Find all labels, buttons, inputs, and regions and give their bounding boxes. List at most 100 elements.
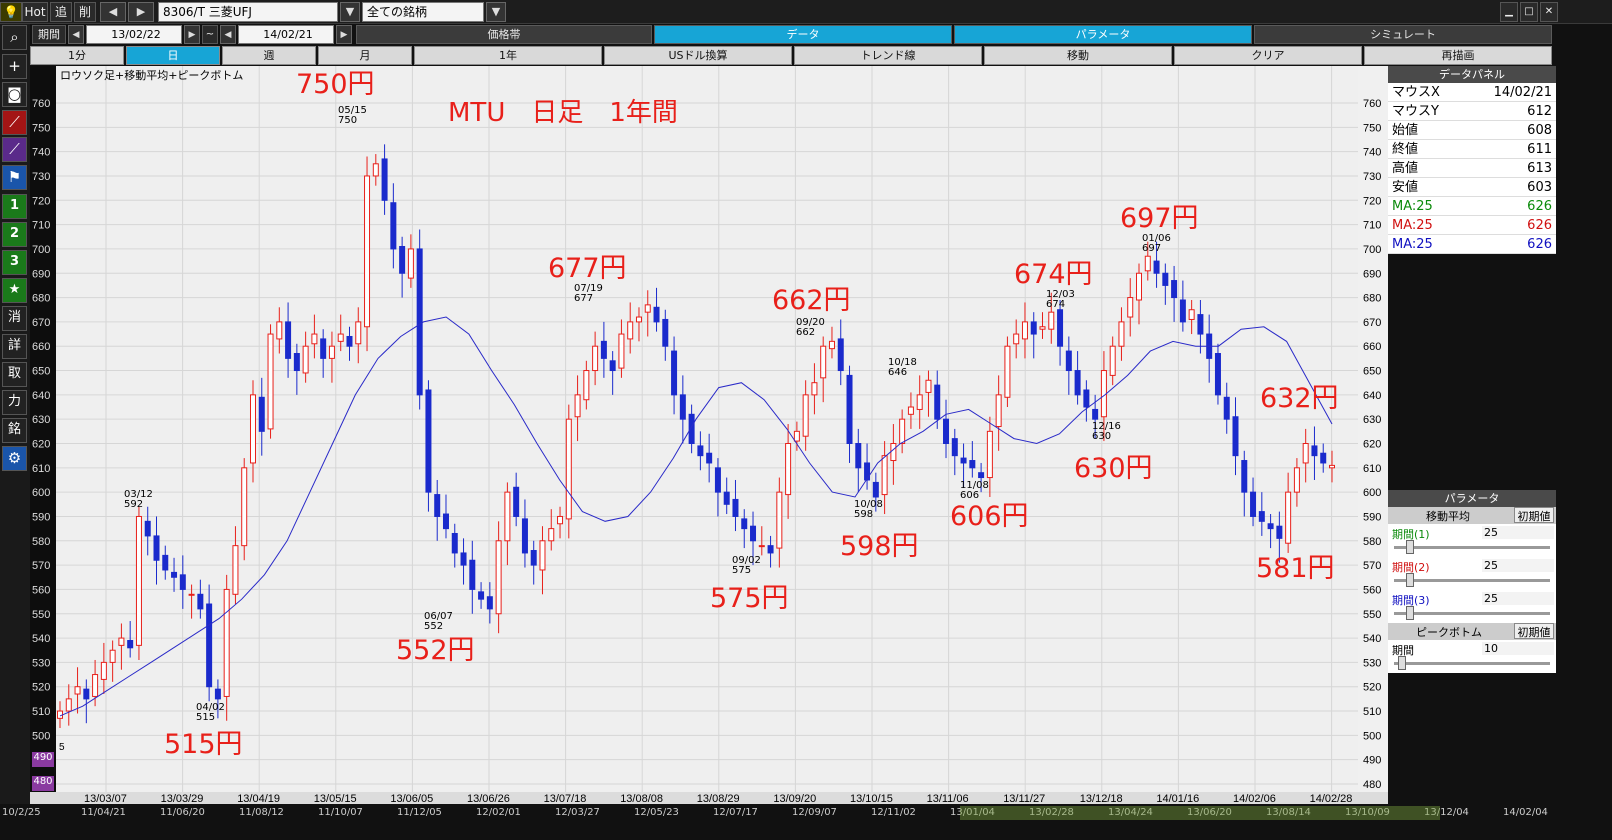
date-from-input[interactable]: 13/02/22: [86, 25, 182, 44]
navigator-selection[interactable]: [960, 806, 1440, 820]
param-pb-value[interactable]: 10: [1482, 642, 1554, 655]
symbol-dropdown-icon[interactable]: ▼: [340, 2, 360, 22]
close-icon[interactable]: ✕: [1540, 2, 1558, 22]
candle-body: [978, 472, 985, 479]
tab-1min[interactable]: 1分: [30, 46, 124, 65]
peakbottom-reset-button[interactable]: 初期値: [1514, 623, 1554, 639]
candle-body: [188, 593, 195, 596]
preset-1-button[interactable]: 1: [2, 194, 27, 219]
date-to-next-icon[interactable]: ▶: [336, 25, 352, 44]
bulb-icon[interactable]: 💡: [0, 2, 22, 22]
brand-button[interactable]: 銘: [2, 418, 27, 443]
detail-button[interactable]: 詳: [2, 334, 27, 359]
camera-icon[interactable]: ◙: [2, 82, 27, 107]
param-p3-slider-thumb[interactable]: [1406, 606, 1414, 620]
y-tick-label-left: 530: [32, 657, 50, 669]
trade-button[interactable]: 取: [2, 362, 27, 387]
tab-usd[interactable]: USドル換算: [604, 46, 792, 65]
gear-icon[interactable]: ⚙: [2, 446, 27, 471]
param-pb-slider-track[interactable]: [1394, 662, 1550, 665]
candle-body: [644, 304, 651, 313]
y-tick-label: 530: [1363, 657, 1381, 669]
bottom-navigator[interactable]: 10/2/25 11/04/21 11/06/20 11/08/12 11/10/07 1…: [0, 804, 1612, 840]
line-chart-red-icon[interactable]: ⟋: [2, 110, 27, 135]
candle-body: [346, 335, 353, 347]
y-tick-label-left: 760: [32, 98, 50, 110]
star-icon[interactable]: ★: [2, 278, 27, 303]
candle-body: [1197, 314, 1204, 335]
candle-body: [469, 559, 476, 590]
tab-redraw[interactable]: 再描画: [1364, 46, 1552, 65]
date-from-next-icon[interactable]: ▶: [184, 25, 200, 44]
prev-symbol-button[interactable]: ◀: [100, 2, 126, 22]
candle-body: [1136, 272, 1143, 301]
tab-day[interactable]: 日: [126, 46, 220, 65]
left-toolbar: ⌕ + ◙ ⟋ ⟋ ⚑ 1 2 3 ★ 消 詳 取 力 銘 ⚙: [0, 24, 30, 804]
param-pb: 期間 10: [1388, 640, 1556, 673]
candle-body: [653, 306, 660, 323]
delete-button[interactable]: 削: [74, 2, 96, 22]
param-p2-slider-track[interactable]: [1394, 579, 1550, 582]
follow-button[interactable]: 追: [50, 2, 72, 22]
tab-trendline[interactable]: トレンド線: [794, 46, 982, 65]
param-pb-slider-thumb[interactable]: [1398, 656, 1406, 670]
ma-reset-button[interactable]: 初期値: [1514, 507, 1554, 523]
navigator-date-label: 14/02/04: [1503, 807, 1548, 818]
y-tick-label-left: 570: [32, 560, 50, 572]
candle-body: [758, 545, 765, 548]
candle-body: [355, 321, 362, 345]
tab-1year[interactable]: 1年: [414, 46, 602, 65]
annotation-552: 552円: [396, 635, 475, 666]
candle-body: [565, 418, 572, 520]
filter-dropdown-icon[interactable]: ▼: [486, 2, 506, 22]
tab-price-band[interactable]: 価格帯: [356, 25, 652, 44]
tab-parameter[interactable]: パラメータ: [954, 25, 1252, 44]
candle-body: [828, 340, 835, 350]
param-p3-value[interactable]: 25: [1482, 592, 1554, 605]
right-panel: データパネル マウスX 14/02/21 マウスY 612 始値 608 終値 611 …: [1388, 66, 1612, 804]
peak-label: 09/20 662: [796, 317, 825, 338]
candle-body: [820, 345, 827, 379]
erase-button[interactable]: 消: [2, 306, 27, 331]
line-chart-purple-icon[interactable]: ⟋: [2, 137, 27, 162]
next-symbol-button[interactable]: ▶: [128, 2, 154, 22]
filter-select[interactable]: 全ての銘柄: [362, 2, 484, 22]
candle-body: [1223, 396, 1230, 420]
param-p2-slider-thumb[interactable]: [1406, 573, 1414, 587]
minimize-icon[interactable]: ▁: [1500, 2, 1518, 22]
search-icon[interactable]: ⌕: [2, 25, 27, 50]
power-button[interactable]: 力: [2, 390, 27, 415]
preset-2-button[interactable]: 2: [2, 222, 27, 247]
tab-clear[interactable]: クリア: [1174, 46, 1362, 65]
param-p3-slider-track[interactable]: [1394, 612, 1550, 615]
flag-icon[interactable]: ⚑: [2, 165, 27, 190]
tab-simulate[interactable]: シミュレート: [1254, 25, 1552, 44]
candle-body: [249, 394, 256, 464]
candle-body: [486, 596, 493, 610]
param-p1-slider-track[interactable]: [1394, 546, 1550, 549]
param-p1-value[interactable]: 25: [1482, 526, 1554, 539]
candle-body: [846, 374, 853, 444]
tab-move[interactable]: 移動: [984, 46, 1172, 65]
peak-label: 07/19 677: [574, 283, 603, 304]
candlestick-chart[interactable]: 760 760 750 750 740 740 730 730 720 720 710 710 700 7…: [30, 66, 1388, 804]
date-from-prev-icon[interactable]: ◀: [68, 25, 84, 44]
data-row-mousex: マウスX 14/02/21: [1388, 83, 1556, 102]
candle-body: [1320, 452, 1327, 464]
plus-button[interactable]: +: [2, 54, 27, 79]
candle-body: [907, 406, 914, 415]
symbol-input[interactable]: 8306/T 三菱UFJ: [158, 2, 338, 22]
preset-3-button[interactable]: 3: [2, 250, 27, 275]
x-tick-label: 13/05/15: [314, 793, 357, 804]
date-to-input[interactable]: 14/02/21: [238, 25, 334, 44]
param-p2-value[interactable]: 25: [1482, 559, 1554, 572]
candle-body: [1267, 523, 1274, 530]
data-row-close: 終値 611: [1388, 140, 1556, 159]
date-to-prev-icon[interactable]: ◀: [220, 25, 236, 44]
maximize-icon[interactable]: □: [1520, 2, 1538, 22]
hot-button[interactable]: Hot: [22, 2, 48, 22]
annotation-677: 677円: [548, 253, 627, 284]
param-p1-slider-thumb[interactable]: [1406, 540, 1414, 554]
candle-body: [1039, 326, 1046, 330]
tab-data[interactable]: データ: [654, 25, 952, 44]
